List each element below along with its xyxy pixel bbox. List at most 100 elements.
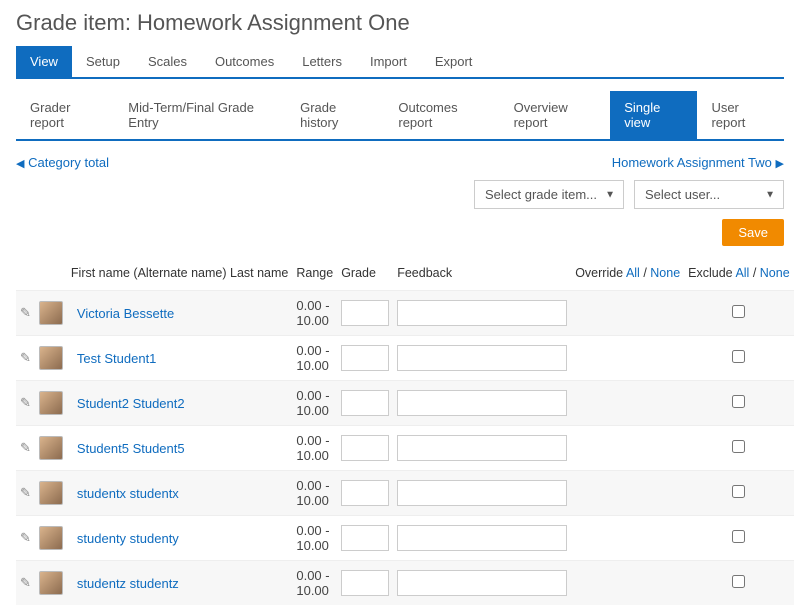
primary-tab-scales[interactable]: Scales <box>134 46 201 77</box>
student-link[interactable]: Test Student1 <box>77 351 157 366</box>
feedback-input[interactable] <box>397 570 567 596</box>
secondary-tab-overview-report[interactable]: Overview report <box>500 91 611 139</box>
user-select[interactable]: Select user... ▼ <box>634 180 784 209</box>
header-name: First name (Alternate name) Last name <box>67 260 292 291</box>
primary-tab-view[interactable]: View <box>16 46 72 77</box>
secondary-tab-user-report[interactable]: User report <box>697 91 784 139</box>
edit-icon[interactable]: ✎ <box>20 485 31 500</box>
student-link[interactable]: Victoria Bessette <box>77 306 174 321</box>
grade-input[interactable] <box>341 390 389 416</box>
prev-link[interactable]: ◀ Category total <box>16 155 109 170</box>
avatar[interactable] <box>39 301 63 325</box>
table-row: ✎ studentx studentx 0.00 - 10.00 <box>16 471 794 516</box>
left-arrow-icon: ◀ <box>16 158 24 170</box>
edit-icon[interactable]: ✎ <box>20 575 31 590</box>
grade-input[interactable] <box>341 525 389 551</box>
grade-input[interactable] <box>341 435 389 461</box>
table-row: ✎ studentz studentz 0.00 - 10.00 <box>16 561 794 606</box>
grades-table: First name (Alternate name) Last name Ra… <box>16 260 794 605</box>
exclude-all-link[interactable]: All <box>735 266 749 280</box>
avatar[interactable] <box>39 391 63 415</box>
user-select-label: Select user... <box>645 187 720 202</box>
table-row: ✎ studenty studenty 0.00 - 10.00 <box>16 516 794 561</box>
table-row: ✎Student5 Student50.00 - 10.00 <box>16 426 794 471</box>
right-arrow-icon: ▶ <box>776 158 784 170</box>
exclude-checkbox[interactable] <box>732 395 745 408</box>
exclude-none-link[interactable]: None <box>760 266 790 280</box>
secondary-tab-outcomes-report[interactable]: Outcomes report <box>384 91 499 139</box>
avatar[interactable] <box>39 481 63 505</box>
override-all-link[interactable]: All <box>626 266 640 280</box>
exclude-checkbox[interactable] <box>732 440 745 453</box>
caret-down-icon: ▼ <box>765 189 775 200</box>
header-exclude: Exclude All / None <box>684 260 794 291</box>
student-link[interactable]: Student5 Student5 <box>77 441 185 456</box>
primary-tab-setup[interactable]: Setup <box>72 46 134 77</box>
table-row: ✎ Student2 Student2 0.00 - 10.00 <box>16 381 794 426</box>
secondary-tab-grade-history[interactable]: Grade history <box>286 91 384 139</box>
override-cell <box>571 561 684 606</box>
student-link[interactable]: Student2 Student2 <box>77 396 185 411</box>
page-title: Grade item: Homework Assignment One <box>16 10 784 36</box>
secondary-tab-mid-term-final-grade-entry[interactable]: Mid-Term/Final Grade Entry <box>114 91 286 139</box>
avatar[interactable] <box>39 436 63 460</box>
header-override: Override All / None <box>571 260 684 291</box>
override-cell <box>571 471 684 516</box>
exclude-checkbox[interactable] <box>732 350 745 363</box>
primary-tab-import[interactable]: Import <box>356 46 421 77</box>
table-row: ✎ Victoria Bessette 0.00 - 10.00 <box>16 291 794 336</box>
override-none-link[interactable]: None <box>650 266 680 280</box>
primary-tab-letters[interactable]: Letters <box>288 46 356 77</box>
primary-tab-outcomes[interactable]: Outcomes <box>201 46 288 77</box>
student-link[interactable]: studenty studenty <box>77 531 179 546</box>
edit-icon[interactable]: ✎ <box>20 305 31 320</box>
next-link[interactable]: Homework Assignment Two ▶ <box>612 155 784 170</box>
range-cell: 0.00 - 10.00 <box>292 471 337 516</box>
header-range: Range <box>292 260 337 291</box>
override-cell <box>571 381 684 426</box>
prev-link-label: Category total <box>28 155 109 170</box>
header-feedback: Feedback <box>393 260 571 291</box>
exclude-checkbox[interactable] <box>732 485 745 498</box>
feedback-input[interactable] <box>397 435 567 461</box>
range-cell: 0.00 - 10.00 <box>292 381 337 426</box>
edit-icon[interactable]: ✎ <box>20 395 31 410</box>
table-row: ✎Test Student10.00 - 10.00 <box>16 336 794 381</box>
edit-icon[interactable]: ✎ <box>20 530 31 545</box>
grade-input[interactable] <box>341 570 389 596</box>
feedback-input[interactable] <box>397 525 567 551</box>
override-cell <box>571 516 684 561</box>
override-cell <box>571 426 684 471</box>
range-cell: 0.00 - 10.00 <box>292 291 337 336</box>
grade-item-select[interactable]: Select grade item... ▼ <box>474 180 624 209</box>
feedback-input[interactable] <box>397 300 567 326</box>
exclude-checkbox[interactable] <box>732 305 745 318</box>
secondary-tab-grader-report[interactable]: Grader report <box>16 91 114 139</box>
grade-input[interactable] <box>341 300 389 326</box>
override-cell <box>571 336 684 381</box>
edit-icon[interactable]: ✎ <box>20 350 31 365</box>
secondary-tab-single-view[interactable]: Single view <box>610 91 697 139</box>
grade-input[interactable] <box>341 480 389 506</box>
student-link[interactable]: studentx studentx <box>77 486 179 501</box>
save-button[interactable]: Save <box>722 219 784 246</box>
feedback-input[interactable] <box>397 345 567 371</box>
exclude-checkbox[interactable] <box>732 575 745 588</box>
avatar[interactable] <box>39 526 63 550</box>
secondary-tabs: Grader reportMid-Term/Final Grade EntryG… <box>16 91 784 141</box>
exclude-checkbox[interactable] <box>732 530 745 543</box>
range-cell: 0.00 - 10.00 <box>292 516 337 561</box>
avatar[interactable] <box>39 571 63 595</box>
edit-icon[interactable]: ✎ <box>20 440 31 455</box>
header-grade: Grade <box>337 260 393 291</box>
override-cell <box>571 291 684 336</box>
range-cell: 0.00 - 10.00 <box>292 561 337 606</box>
student-link[interactable]: studentz studentz <box>77 576 179 591</box>
feedback-input[interactable] <box>397 480 567 506</box>
primary-tab-export[interactable]: Export <box>421 46 487 77</box>
feedback-input[interactable] <box>397 390 567 416</box>
primary-tabs: ViewSetupScalesOutcomesLettersImportExpo… <box>16 46 784 79</box>
next-link-label: Homework Assignment Two <box>612 155 772 170</box>
avatar[interactable] <box>39 346 63 370</box>
grade-input[interactable] <box>341 345 389 371</box>
